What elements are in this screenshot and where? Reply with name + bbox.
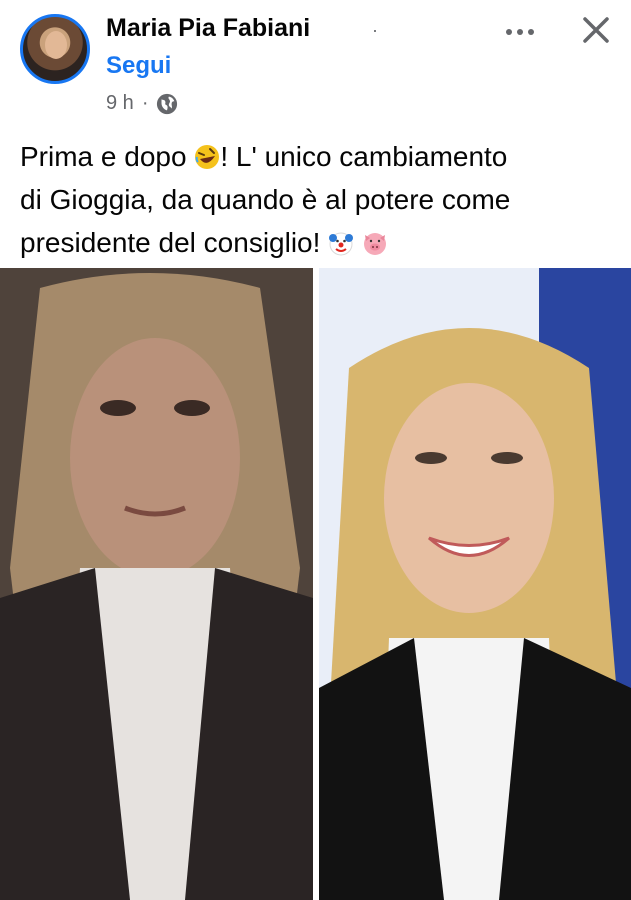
post-meta: 9 h · <box>106 92 178 115</box>
photo-before[interactable] <box>0 268 313 900</box>
close-icon[interactable] <box>576 10 616 50</box>
author-avatar[interactable] <box>20 14 90 84</box>
photo-before-illustration <box>0 268 313 900</box>
caption-text: ! L' unico cambiamento <box>220 141 508 172</box>
clown-face-emoji-icon <box>329 232 354 256</box>
follow-button[interactable]: Segui <box>106 52 171 80</box>
author-name[interactable]: Maria Pia Fabiani <box>106 14 310 43</box>
more-options-icon[interactable] <box>498 18 542 46</box>
post-caption: Prima e dopo ! L' unico cambiamento di G… <box>20 135 615 264</box>
pig-face-emoji-icon <box>363 233 386 255</box>
caption-text: Prima e dopo <box>20 141 187 172</box>
meta-separator: · <box>141 92 149 114</box>
globe-icon[interactable] <box>156 93 178 115</box>
post-time[interactable]: 9 h <box>106 92 134 115</box>
more-dot <box>506 29 512 35</box>
caption-line-1: Prima e dopo ! L' unico cambiamento <box>20 135 615 178</box>
caption-line-2: di Gioggia, da quando è al potere come <box>20 184 511 215</box>
photo-after[interactable] <box>319 268 631 900</box>
more-dot <box>517 29 523 35</box>
photo-after-illustration <box>319 268 631 900</box>
post-header: Maria Pia Fabiani · Segui 9 h · <box>0 0 631 125</box>
more-dot <box>528 29 534 35</box>
caption-text: presidente del consiglio! <box>20 227 321 258</box>
avatar-face <box>45 31 67 59</box>
name-separator: · <box>372 20 378 40</box>
caption-line-3: presidente del consiglio! <box>20 221 615 264</box>
post-photos <box>0 268 631 900</box>
rolling-laughing-emoji-icon <box>195 145 220 169</box>
